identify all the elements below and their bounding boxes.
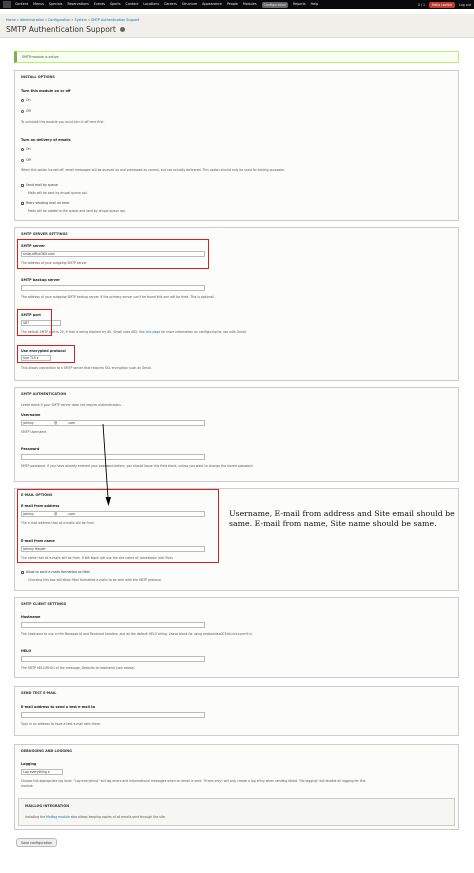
annotation-arrow	[102, 423, 111, 506]
annotation-note: Username, E-mail from address and Site e…	[229, 509, 455, 528]
arrow-head	[105, 497, 111, 506]
arrow-line	[102, 423, 109, 499]
